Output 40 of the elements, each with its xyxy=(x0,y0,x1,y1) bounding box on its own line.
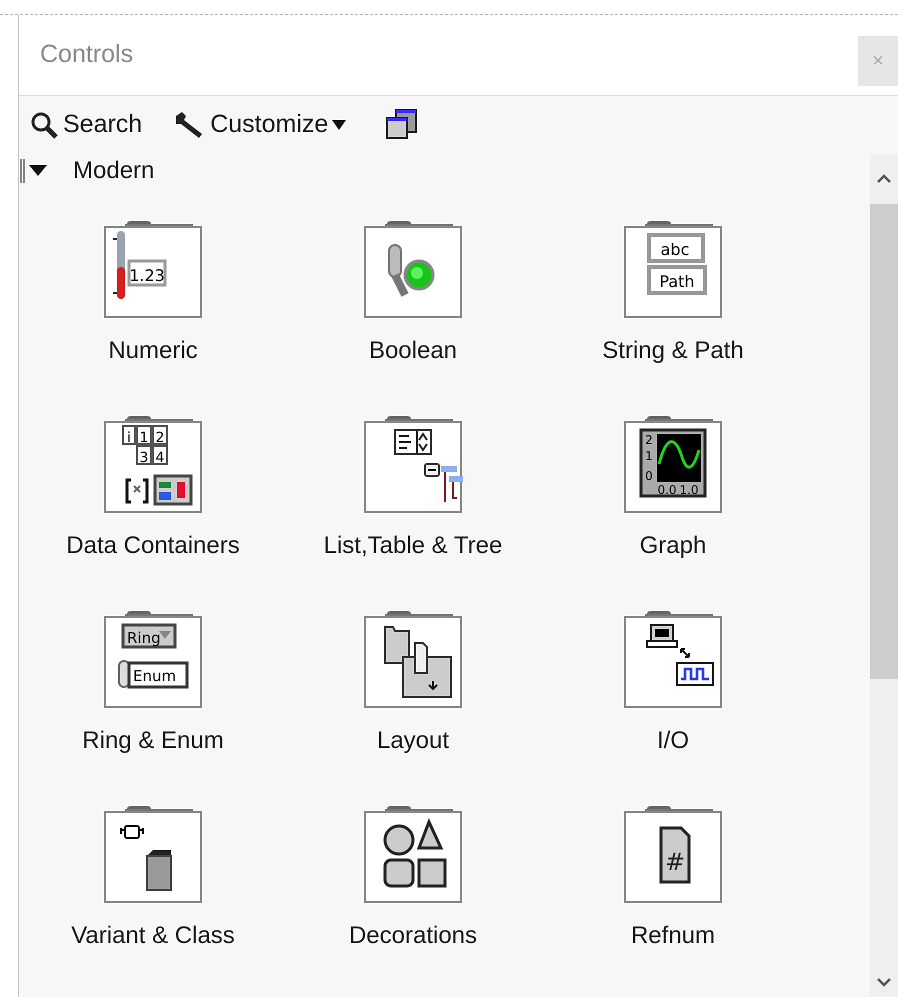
path-field: Path xyxy=(647,265,707,295)
scroll-up-icon[interactable] xyxy=(877,174,891,184)
graph-icon: 2 1 0 0.0 1.0 xyxy=(640,428,706,498)
computer-signal-icon xyxy=(646,624,714,686)
palette-item[interactable]: List,Table & Tree xyxy=(283,414,543,564)
matrix-icon xyxy=(126,478,148,504)
scrollbar[interactable] xyxy=(870,154,898,997)
document-icon: # xyxy=(660,826,690,884)
palette-item[interactable]: Decorations xyxy=(283,804,543,954)
toggle-switch-icon xyxy=(388,244,409,297)
palette-item[interactable]: Layout xyxy=(283,609,543,759)
search-button[interactable]: Search xyxy=(29,106,142,144)
ring-control: Ring xyxy=(122,624,176,648)
palette-item[interactable]: abc Path String & Path xyxy=(543,219,803,369)
palette-item[interactable]: Boolean xyxy=(283,219,543,369)
customize-button[interactable]: Customize xyxy=(172,106,346,144)
grip-icon[interactable] xyxy=(20,159,25,183)
window-title: Controls xyxy=(40,39,134,70)
array-grid: i 1 2 3 4 xyxy=(122,425,168,466)
scroll-thumb[interactable] xyxy=(870,204,898,679)
thermometer-icon xyxy=(112,231,125,299)
scroll-down-icon[interactable] xyxy=(877,977,891,987)
cluster-icon xyxy=(154,474,192,506)
string-field: abc xyxy=(647,233,705,263)
numeric-display: 1.23 xyxy=(128,260,166,286)
palette-item[interactable]: Ring Enum Ring & Enum xyxy=(23,609,283,759)
palette-item[interactable]: 1.23 Numeric xyxy=(23,219,283,369)
cube-icon xyxy=(120,825,172,891)
palette-item[interactable]: 2 1 0 0.0 1.0 Graph xyxy=(543,414,803,564)
palette-item[interactable]: I/O xyxy=(543,609,803,759)
caret-icon xyxy=(332,120,346,130)
palette-item[interactable]: Variant & Class xyxy=(23,804,283,954)
folder-icon xyxy=(384,626,452,698)
search-icon xyxy=(29,110,59,140)
category-header[interactable]: Modern xyxy=(29,153,154,189)
enum-control: Enum xyxy=(118,660,188,688)
palette-item[interactable]: i 1 2 3 4 Data Containers xyxy=(23,414,283,564)
shapes-icon xyxy=(384,818,446,888)
listbox-tree-icon xyxy=(394,429,463,503)
palette-item[interactable]: # Refnum xyxy=(543,804,803,954)
